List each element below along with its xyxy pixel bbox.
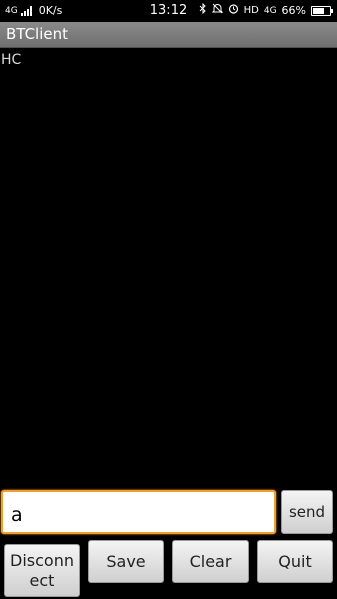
status-bar-right: HD 4G 66% — [199, 0, 333, 22]
battery-percent: 66% — [281, 4, 306, 17]
title-bar: BTClient — [0, 22, 337, 48]
disconnect-button-label: Disconnect — [10, 551, 74, 590]
message-input[interactable] — [1, 490, 276, 534]
quit-button[interactable]: Quit — [257, 540, 333, 583]
alarm-off-icon — [211, 0, 223, 22]
alarm-clock-icon — [228, 0, 239, 22]
clear-button[interactable]: Clear — [172, 540, 249, 583]
battery-fill — [313, 8, 324, 14]
output-line: HC — [1, 52, 22, 68]
disconnect-button[interactable]: Disconnect — [4, 544, 80, 597]
hd-label: HD — [243, 5, 259, 16]
output-area: HC — [0, 49, 337, 484]
app-title: BTClient — [6, 25, 68, 43]
bluetooth-icon — [199, 0, 207, 22]
save-button[interactable]: Save — [88, 540, 164, 583]
status-bar: 4G 0K/s 13:12 HD 4G 66% — [0, 0, 337, 22]
battery-icon — [311, 6, 333, 16]
send-button[interactable]: send — [281, 490, 333, 534]
network-type-right-label: 4G — [263, 6, 277, 16]
